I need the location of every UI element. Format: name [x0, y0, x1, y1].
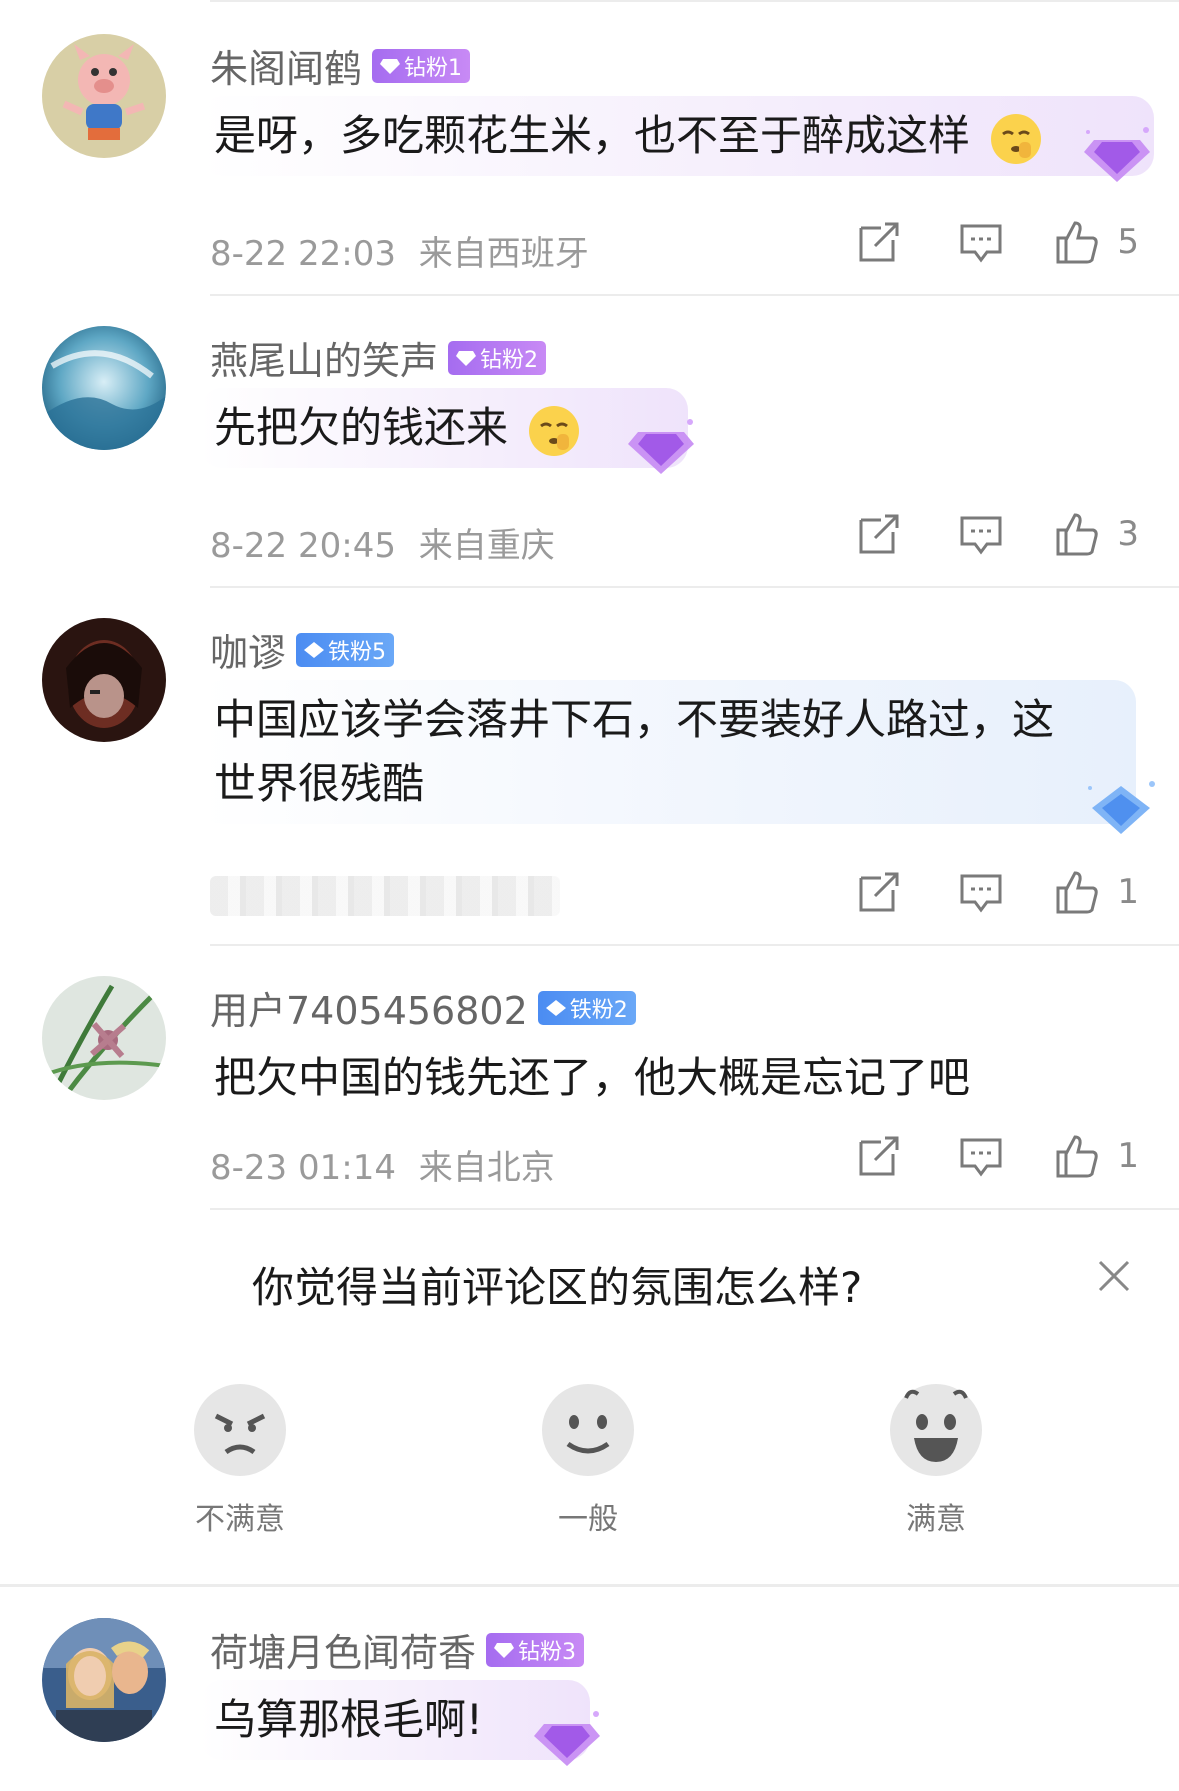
reply-icon[interactable] [959, 870, 1003, 914]
divider [210, 294, 1179, 296]
comment-meta: 8-22 22:03 来自西班牙 [210, 226, 589, 275]
username[interactable]: 荷塘月色闻荷香 钻粉3 [210, 1622, 585, 1677]
option-unsatisfied[interactable]: 不满意 [160, 1494, 320, 1538]
reply-icon[interactable] [959, 512, 1003, 556]
shushing-face-icon [991, 113, 1042, 164]
survey-question: 你觉得当前评论区的氛围怎么样? [252, 1263, 863, 1312]
location: 来自北京 [418, 1148, 555, 1188]
option-satisfied[interactable]: 满意 [856, 1494, 1016, 1538]
comment-text: 先把欠的钱还来 [200, 388, 688, 468]
timestamp: 8-23 01:14 [210, 1148, 396, 1188]
comment-actions: 3 [799, 512, 1139, 556]
badge-label: 铁粉2 [569, 997, 628, 1023]
thumbs-up-icon[interactable] [1055, 870, 1099, 914]
angry-face-icon[interactable] [192, 1382, 288, 1478]
comment-actions: 5 [799, 220, 1139, 264]
blue-diamond-decoration-icon [1088, 781, 1155, 834]
like-count: 1 [1117, 872, 1139, 912]
username[interactable]: 咖谬 铁粉5 [210, 622, 395, 677]
like-button[interactable]: 1 [1055, 1134, 1139, 1178]
divider [210, 0, 1179, 2]
divider [210, 586, 1179, 588]
diamond-icon [380, 58, 401, 74]
avatar[interactable] [42, 976, 166, 1100]
username-text[interactable]: 燕尾山的笑声 [210, 330, 438, 385]
reply-icon[interactable] [959, 220, 1003, 264]
reply-icon[interactable] [959, 1134, 1003, 1178]
badge-label: 钻粉2 [480, 347, 539, 373]
divider [210, 944, 1179, 946]
fan-badge[interactable]: 铁粉2 [537, 990, 636, 1025]
happy-face-icon[interactable] [888, 1382, 984, 1478]
thumbs-up-icon[interactable] [1055, 512, 1099, 556]
comment-text: 把欠中国的钱先还了，他大概是忘记了吧 [200, 1038, 1128, 1118]
comment-body: 把欠中国的钱先还了，他大概是忘记了吧 [214, 1053, 971, 1102]
comment-body: 是呀，多吃颗花生米，也不至于醉成这样 [214, 111, 971, 160]
dark-portrait-avatar-icon [42, 618, 166, 742]
shushing-face-icon [529, 405, 580, 456]
badge-label: 钻粉1 [404, 55, 463, 81]
avatar[interactable] [42, 618, 166, 742]
comment-text: 中国应该学会落井下石，不要装好人路过，这 世界很残酷 [200, 680, 1136, 824]
comment-body-line: 中国应该学会落井下石，不要装好人路过，这 [214, 695, 1055, 744]
comment-meta: 8-23 01:14 来自北京 [210, 1140, 555, 1189]
neutral-face-icon[interactable] [540, 1382, 636, 1478]
avatar[interactable] [42, 326, 166, 450]
username-text[interactable]: 荷塘月色闻荷香 [210, 1622, 476, 1677]
wave-avatar-icon [42, 326, 166, 450]
comment-actions: 1 [799, 870, 1139, 914]
share-icon[interactable] [857, 512, 901, 556]
option-neutral[interactable]: 一般 [508, 1494, 668, 1538]
badge-label: 钻粉3 [518, 1639, 577, 1665]
like-count: 3 [1117, 514, 1139, 554]
timestamp: 8-22 20:45 [210, 526, 396, 566]
fan-badge[interactable]: 钻粉1 [372, 48, 471, 83]
divider [0, 1584, 1179, 1587]
avatar[interactable] [42, 34, 166, 158]
fan-badge[interactable]: 铁粉5 [296, 632, 395, 667]
timestamp: 8-22 22:03 [210, 234, 396, 274]
badge-label: 铁粉5 [328, 639, 387, 665]
thumbs-up-icon[interactable] [1055, 1134, 1099, 1178]
orchid-avatar-icon [42, 976, 166, 1100]
diamond-icon [545, 999, 566, 1016]
comment-actions: 1 [799, 1134, 1139, 1178]
like-button[interactable]: 3 [1055, 512, 1139, 556]
location: 来自重庆 [418, 526, 555, 566]
diamond-decoration-icon [1084, 127, 1150, 182]
diamond-icon [494, 1642, 515, 1658]
username[interactable]: 用户7405456802 铁粉2 [210, 980, 636, 1035]
username-text[interactable]: 用户7405456802 [210, 980, 528, 1035]
username[interactable]: 朱阁闻鹤 钻粉1 [210, 38, 471, 93]
comment-body: 乌算那根毛啊! [214, 1695, 483, 1744]
username-text[interactable]: 咖谬 [210, 622, 286, 677]
share-icon[interactable] [857, 220, 901, 264]
comment-meta: 8-22 20:45 来自重庆 [210, 518, 555, 567]
share-icon[interactable] [857, 1134, 901, 1178]
avatar[interactable] [42, 1618, 166, 1742]
share-icon[interactable] [857, 870, 901, 914]
like-count: 5 [1117, 222, 1139, 262]
fan-badge[interactable]: 钻粉3 [486, 1632, 585, 1667]
username-text[interactable]: 朱阁闻鹤 [210, 38, 362, 93]
fan-badge[interactable]: 钻粉2 [448, 340, 547, 375]
like-count: 1 [1117, 1136, 1139, 1176]
comment-text: 是呀，多吃颗花生米，也不至于醉成这样 [200, 96, 1154, 176]
thumbs-up-icon[interactable] [1055, 220, 1099, 264]
diamond-icon [304, 641, 325, 658]
username[interactable]: 燕尾山的笑声 钻粉2 [210, 330, 547, 385]
diamond-decoration-icon [628, 419, 694, 474]
blurred-meta [210, 876, 560, 916]
comment-body-line: 世界很残酷 [214, 759, 425, 808]
atmosphere-survey: 你觉得当前评论区的氛围怎么样? 不满意 一般 满意 [0, 1210, 1179, 1586]
diamond-decoration-icon [534, 1711, 600, 1766]
diamond-icon [456, 350, 477, 366]
photo-avatar-icon [42, 1618, 166, 1742]
location: 来自西班牙 [418, 234, 589, 274]
like-button[interactable]: 5 [1055, 220, 1139, 264]
close-icon[interactable] [1096, 1258, 1132, 1294]
like-button[interactable]: 1 [1055, 870, 1139, 914]
pig-avatar-icon [42, 34, 166, 158]
comment-body: 先把欠的钱还来 [214, 403, 509, 452]
